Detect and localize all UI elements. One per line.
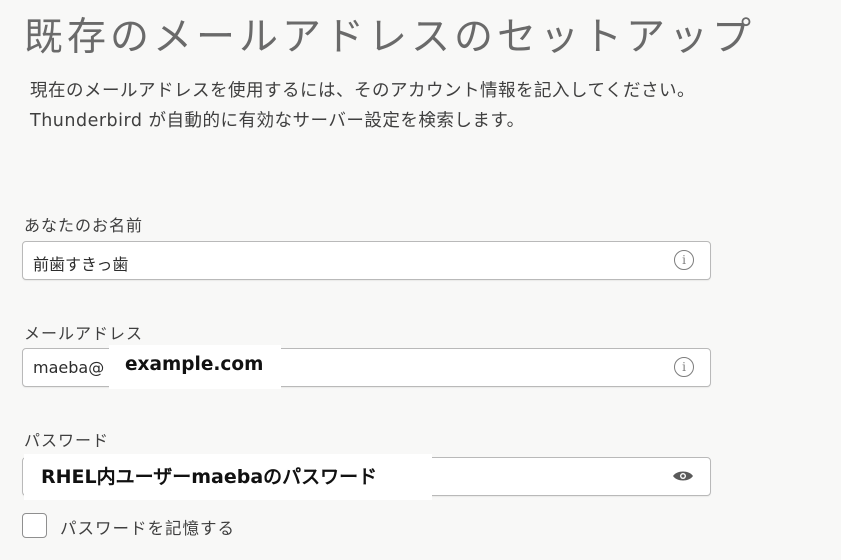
email-label: メールアドレス — [24, 324, 144, 343]
email-domain-overlay: example.com — [109, 345, 281, 389]
password-label: パスワード — [24, 431, 110, 450]
name-label: あなたのお名前 — [24, 216, 144, 235]
name-input[interactable]: 前歯すきっ歯 i — [22, 241, 711, 280]
page-title: 既存のメールアドレスのセットアップ — [24, 15, 756, 60]
remember-password-checkbox[interactable] — [22, 513, 47, 538]
password-overlay: RHEL内ユーザーmaebaのパスワード — [24, 454, 432, 500]
email-input-value-prefix: maeba@ — [33, 358, 105, 377]
eye-icon[interactable] — [672, 468, 694, 484]
remember-password-label[interactable]: パスワードを記憶する — [60, 515, 235, 539]
description-line-2: Thunderbird が自動的に有効なサーバー設定を検索します。 — [30, 111, 525, 131]
name-input-value: 前歯すきっ歯 — [33, 255, 129, 274]
info-icon[interactable]: i — [674, 250, 694, 270]
account-setup-page: 既存のメールアドレスのセットアップ 現在のメールアドレスを使用するには、そのアカ… — [0, 0, 841, 560]
page-description: 現在のメールアドレスを使用するには、そのアカウント情報を記入してください。 Th… — [30, 76, 695, 136]
description-line-1: 現在のメールアドレスを使用するには、そのアカウント情報を記入してください。 — [30, 81, 695, 101]
info-icon[interactable]: i — [674, 357, 694, 377]
